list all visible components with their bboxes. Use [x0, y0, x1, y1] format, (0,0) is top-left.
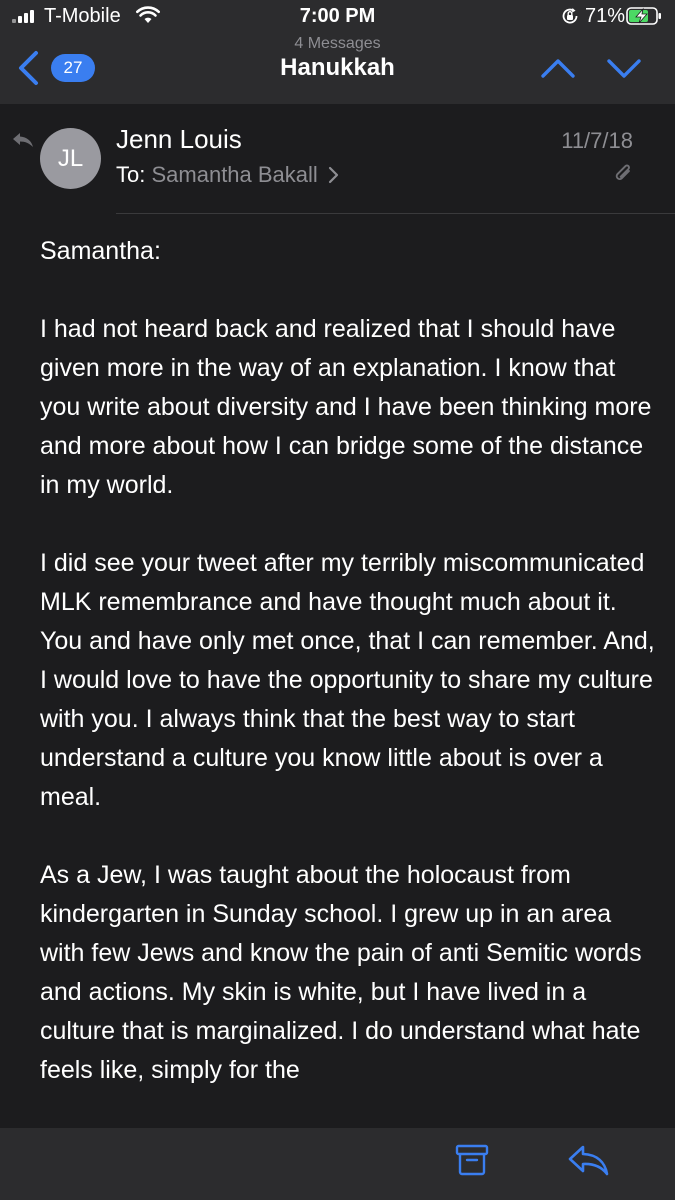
- header-divider: [116, 213, 675, 214]
- chevron-down-icon[interactable]: [606, 56, 642, 80]
- sender-name[interactable]: Jenn Louis: [116, 124, 242, 155]
- chevron-right-icon: [328, 166, 339, 184]
- battery-percentage: 71%: [585, 5, 626, 27]
- battery-charging-icon: [626, 7, 661, 25]
- body-paragraph: I had not heard back and realized that I…: [40, 315, 652, 499]
- archive-box-icon[interactable]: [454, 1142, 490, 1178]
- nav-bar: 27 4 Messages Hanukkah: [0, 34, 675, 104]
- to-label: To:: [116, 162, 146, 187]
- replied-arrow-icon: [13, 133, 33, 147]
- top-bar: T-Mobile 7:00 PM 71% 27 4 Messages Hanuk…: [0, 0, 675, 104]
- chevron-up-icon[interactable]: [540, 56, 576, 80]
- reply-icon[interactable]: [566, 1142, 610, 1178]
- body-paragraph: I did see your tweet after my terribly m…: [40, 549, 655, 811]
- message-body: Samantha: I had not heard back and reali…: [40, 232, 660, 1129]
- body-paragraph: As a Jew, I was taught about the holocau…: [40, 861, 642, 1084]
- bottom-toolbar: [0, 1128, 675, 1200]
- message-count: 4 Messages: [294, 35, 381, 52]
- message-date: 11/7/18: [561, 128, 633, 153]
- message-header: JL Jenn Louis To: Samantha Bakall 11/7/1…: [0, 104, 675, 214]
- avatar[interactable]: JL: [40, 128, 101, 189]
- status-bar: T-Mobile 7:00 PM 71%: [0, 0, 675, 34]
- body-paragraph: Samantha:: [40, 237, 161, 265]
- paperclip-icon: [615, 164, 630, 181]
- orientation-lock-icon: [562, 8, 578, 24]
- recipient-line[interactable]: To: Samantha Bakall: [116, 162, 340, 188]
- recipient-name: Samantha Bakall: [151, 162, 318, 187]
